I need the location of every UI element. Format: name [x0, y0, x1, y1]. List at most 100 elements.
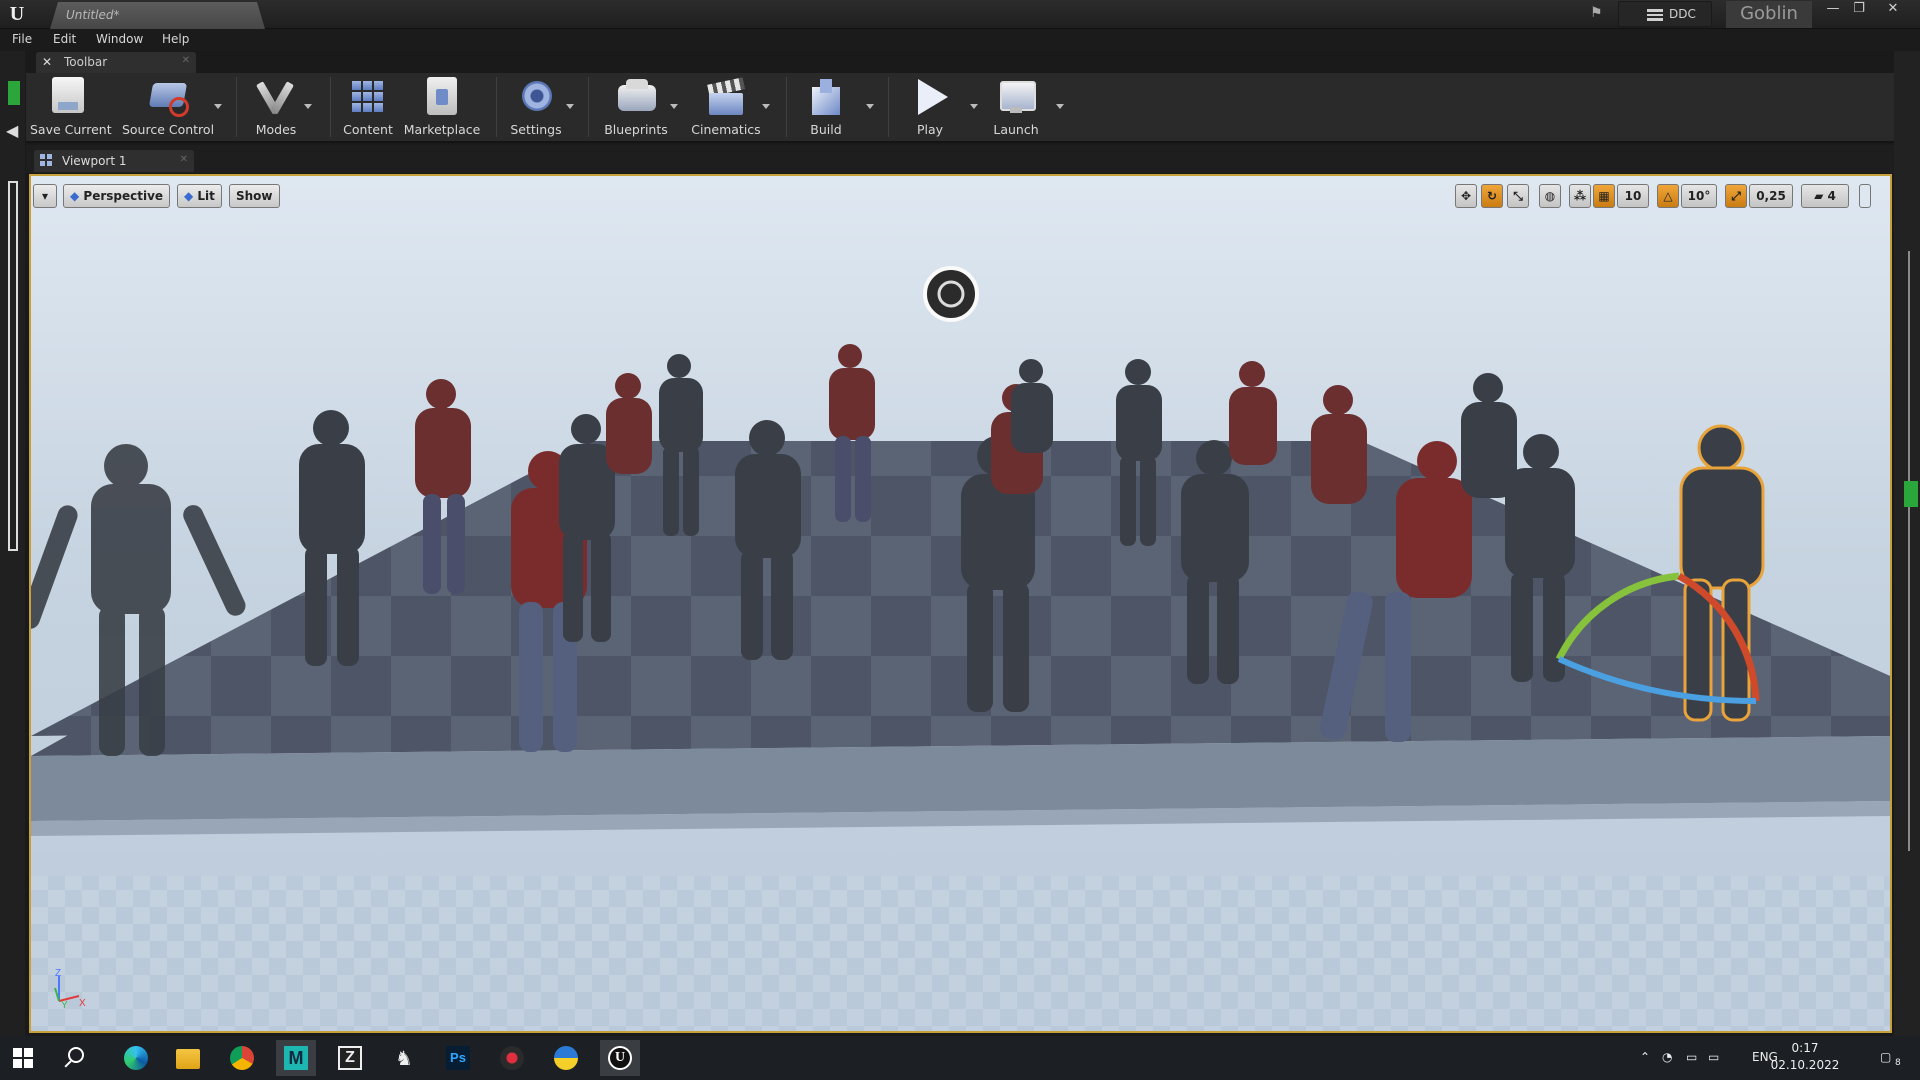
photoshop-icon[interactable]: Ps [438, 1040, 478, 1076]
chrome-icon[interactable] [222, 1040, 262, 1076]
settings-dropdown-icon[interactable] [566, 104, 574, 109]
settings-label: Settings [510, 122, 562, 137]
viewport-options-button[interactable]: ▾ [33, 184, 57, 208]
source-control-dropdown-icon[interactable] [214, 104, 222, 109]
project-name: Goblin [1726, 1, 1812, 28]
edge-icon[interactable] [116, 1040, 156, 1076]
build-icon [806, 77, 846, 117]
maya-label: M [284, 1046, 308, 1070]
viewport-scene[interactable]: Z X Y [31, 176, 1890, 1031]
modes-dropdown-icon[interactable] [304, 104, 312, 109]
grid-snap-icon[interactable]: ▦ [1593, 184, 1615, 208]
play-dropdown-icon[interactable] [970, 104, 978, 109]
maximize-viewport-icon[interactable] [1859, 184, 1871, 208]
perspective-button[interactable]: ◆ Perspective [63, 184, 171, 208]
tray-network-icon[interactable]: ◔ [1662, 1050, 1672, 1064]
toolbar-separator [496, 77, 497, 137]
play-button[interactable]: Play [902, 77, 958, 139]
rotate-mode-icon[interactable]: ↻ [1481, 184, 1503, 208]
toolbar-separator [888, 77, 889, 137]
launch-label: Launch [993, 122, 1039, 137]
notification-count: 8 [1895, 1058, 1901, 1068]
menu-help[interactable]: Help [162, 32, 189, 46]
viewport-tab-close-icon[interactable]: ✕ [180, 154, 188, 165]
clock-date: 02.10.2022 [1770, 1058, 1840, 1072]
build-label: Build [810, 122, 842, 137]
zbrush-icon[interactable]: Z [330, 1040, 370, 1076]
rotation-snap-icon[interactable]: △ [1657, 184, 1679, 208]
green-add-indicator[interactable] [1904, 481, 1918, 507]
svg-text:X: X [79, 998, 86, 1009]
close-button[interactable]: ✕ [1880, 0, 1906, 20]
ddc-button[interactable]: DDC [1618, 1, 1712, 27]
blueprints-dropdown-icon[interactable] [670, 104, 678, 109]
grid-snap-value[interactable]: 10 [1617, 184, 1649, 208]
menu-edit[interactable]: Edit [53, 32, 76, 46]
file-explorer-icon[interactable] [168, 1040, 208, 1076]
tray-battery-icon[interactable]: ▭ [1686, 1050, 1697, 1064]
side-panel-scrollbar[interactable] [8, 181, 18, 551]
minimize-button[interactable]: — [1820, 0, 1846, 20]
modes-button[interactable]: Modes [248, 77, 304, 139]
toolbar-tab-label: Toolbar [64, 55, 108, 69]
notification-icon[interactable]: ▢ [1880, 1050, 1891, 1064]
surface-snap-icon[interactable]: ⁂ [1569, 184, 1591, 208]
save-current-button[interactable]: Save Current [30, 77, 112, 139]
feedback-flag-icon[interactable]: ⚑ [1590, 5, 1608, 21]
document-tab[interactable]: Untitled* [50, 2, 265, 29]
lit-icon: ◆ [184, 189, 198, 203]
scale-snap-value[interactable]: 0,25 [1749, 184, 1793, 208]
camera-icon: ▰ [1814, 189, 1828, 203]
build-dropdown-icon[interactable] [866, 104, 874, 109]
tray-chevron-icon[interactable]: ⌃ [1640, 1050, 1650, 1064]
search-icon[interactable] [68, 1047, 84, 1063]
collapse-arrow-icon[interactable]: ◀ [6, 121, 18, 140]
toolbar-tab[interactable]: ✕ Toolbar ✕ [36, 52, 196, 73]
level-viewport[interactable]: Z X Y ▾ ◆ Perspective ◆ Lit Show ✥ ↻ ⤡ ◍… [29, 174, 1892, 1033]
settings-button[interactable]: Settings [504, 77, 568, 139]
toolbar-separator [786, 77, 787, 137]
cinematics-dropdown-icon[interactable] [762, 104, 770, 109]
show-button[interactable]: Show [229, 184, 280, 208]
red-app-icon[interactable] [492, 1040, 532, 1076]
taskbar-clock[interactable]: 0:17 02.10.2022 [1770, 1040, 1840, 1074]
cinematics-button[interactable]: Cinematics [688, 77, 764, 139]
camera-speed-button[interactable]: ▰ 4 [1801, 184, 1849, 208]
green-indicator [8, 81, 20, 105]
translate-mode-icon[interactable]: ✥ [1455, 184, 1477, 208]
svg-text:Y: Y [61, 1000, 68, 1011]
goat-app-icon[interactable]: ♞ [384, 1040, 424, 1076]
menu-window[interactable]: Window [96, 32, 143, 46]
tray-display-icon[interactable]: ▭ [1708, 1050, 1719, 1064]
launch-dropdown-icon[interactable] [1056, 104, 1064, 109]
unreal-engine-icon[interactable]: U [600, 1040, 640, 1076]
unreal-logo-icon[interactable]: U [6, 3, 28, 25]
viewport-tab[interactable]: Viewport 1 ✕ [34, 150, 194, 172]
content-button[interactable]: Content [340, 77, 396, 139]
photoshop-label: Ps [446, 1046, 470, 1070]
lit-button[interactable]: ◆ Lit [177, 184, 222, 208]
windows-start-icon[interactable] [13, 1048, 33, 1068]
save-current-label: Save Current [30, 122, 112, 137]
world-coordinate-icon[interactable]: ◍ [1539, 184, 1561, 208]
blueprints-label: Blueprints [604, 122, 668, 137]
marketplace-button[interactable]: Marketplace [402, 77, 482, 139]
ua-app-icon[interactable] [546, 1040, 586, 1076]
viewport-tab-row: Viewport 1 ✕ [26, 145, 1896, 173]
play-label: Play [916, 122, 944, 137]
modes-label: Modes [255, 122, 297, 137]
scale-mode-icon[interactable]: ⤡ [1507, 184, 1529, 208]
toolbar-tab-close-icon[interactable]: ✕ [182, 55, 190, 66]
menu-file[interactable]: File [12, 32, 32, 46]
scale-snap-icon[interactable]: ⤢ [1725, 184, 1747, 208]
maya-icon[interactable]: M [276, 1040, 316, 1076]
launch-button[interactable]: Launch [988, 77, 1044, 139]
build-button[interactable]: Build [798, 77, 854, 139]
right-panel-divider [1908, 251, 1910, 851]
windows-taskbar: M Z ♞ Ps U ⌃ ◔ ▭ ▭ ENG 0:17 02.10.2022 ▢… [0, 1036, 1920, 1080]
save-icon [52, 77, 84, 113]
source-control-button[interactable]: Source Control [120, 77, 216, 139]
restore-button[interactable]: ❐ [1846, 0, 1872, 20]
blueprints-button[interactable]: Blueprints [596, 77, 676, 139]
rotation-snap-value[interactable]: 10° [1681, 184, 1717, 208]
